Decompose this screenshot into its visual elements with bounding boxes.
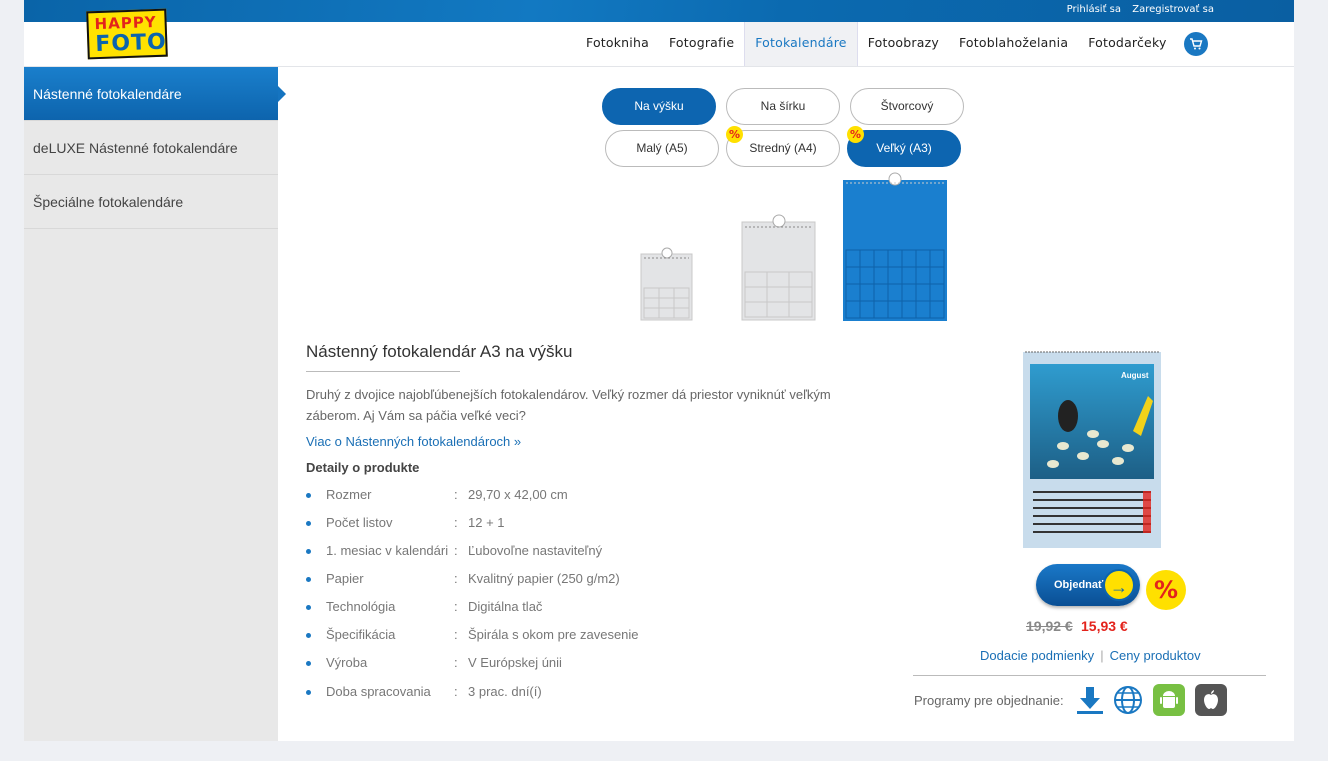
login-link[interactable]: Prihlásiť sa <box>1067 4 1121 15</box>
calendar-month-label: August <box>1121 371 1149 380</box>
happy-foto-logo[interactable]: HAPPY FOTO <box>86 8 168 60</box>
spec-value: 12 + 1 <box>468 515 505 530</box>
orientation-square-button[interactable]: Štvorcový <box>850 88 964 125</box>
bullet-icon <box>306 549 311 554</box>
spec-colon: : <box>454 655 458 670</box>
spec-colon: : <box>454 487 458 502</box>
spec-key: Výroba <box>326 655 368 670</box>
discount-badge: % <box>726 126 743 143</box>
spec-key: Papier <box>326 571 364 586</box>
spec-key: Počet listov <box>326 515 393 530</box>
spec-colon: : <box>454 627 458 642</box>
delivery-terms-link[interactable]: Dodacie podmienky <box>980 648 1094 663</box>
sidebar: Nástenné fotokalendáre deLUXE Nástenné f… <box>24 67 286 741</box>
apple-icon[interactable] <box>1195 684 1227 716</box>
order-button[interactable]: Objednať → <box>1036 564 1140 606</box>
nav-fotoobrazy[interactable]: Fotoobrazy <box>858 22 949 67</box>
spec-value: 29,70 x 42,00 cm <box>468 487 568 502</box>
product-title: Nástenný fotokalendár A3 na výšku <box>306 342 573 361</box>
logo-line2: FOTO <box>94 29 168 58</box>
discount-badge-large: % <box>1146 570 1186 610</box>
cart-icon[interactable] <box>1184 32 1208 56</box>
spec-value: Kvalitný papier (250 g/m2) <box>468 571 620 586</box>
spec-value: Špirála s okom pre zavesenie <box>468 627 639 642</box>
spec-key: Rozmer <box>326 487 372 502</box>
spec-colon: : <box>454 515 458 530</box>
globe-icon[interactable] <box>1112 684 1144 716</box>
bullet-icon <box>306 605 311 610</box>
spec-colon: : <box>454 571 458 586</box>
bullet-icon <box>306 521 311 526</box>
details-heading: Detaily o produkte <box>306 460 420 475</box>
order-button-label: Objednať <box>1054 579 1104 591</box>
title-underline <box>306 371 460 372</box>
calendar-a5-image[interactable] <box>640 246 694 322</box>
spec-value: Digitálna tlač <box>468 599 543 614</box>
bullet-icon <box>306 690 311 695</box>
orientation-portrait-button[interactable]: Na výšku <box>602 88 716 125</box>
nav-fotodarceky[interactable]: Fotodarčeky <box>1078 22 1176 67</box>
product-description: Druhý z dvojice najobľúbenejších fotokal… <box>306 387 831 423</box>
nav-fotokalendare[interactable]: Fotokalendáre <box>744 22 858 67</box>
download-icon[interactable] <box>1074 684 1106 716</box>
product-links: Dodacie podmienky | Ceny produktov <box>980 648 1201 663</box>
register-link[interactable]: Zaregistrovať sa <box>1132 4 1214 15</box>
nav-fotokniha[interactable]: Fotokniha <box>576 22 659 67</box>
link-separator: | <box>1100 648 1104 663</box>
spec-colon: : <box>454 684 458 699</box>
calendar-a4-image[interactable] <box>741 214 817 322</box>
spec-colon: : <box>454 599 458 614</box>
main-nav: Fotokniha Fotografie Fotokalendáre Fotoo… <box>576 22 1177 67</box>
nav-fotografie[interactable]: Fotografie <box>659 22 744 67</box>
orientation-landscape-button[interactable]: Na šírku <box>726 88 840 125</box>
android-icon[interactable] <box>1153 684 1185 716</box>
spec-colon: : <box>454 543 458 558</box>
old-price: 19,92 € <box>1026 618 1073 634</box>
spec-value: V Európskej únii <box>468 655 562 670</box>
size-a3-button[interactable]: Veľký (A3) <box>847 130 961 167</box>
arrow-right-icon: → <box>1103 569 1135 601</box>
bullet-icon <box>306 661 311 666</box>
account-links: Prihlásiť sa Zaregistrovať sa <box>1059 4 1214 15</box>
sidebar-item-nastenne[interactable]: Nástenné fotokalendáre <box>24 67 286 121</box>
size-a5-button[interactable]: Malý (A5) <box>605 130 719 167</box>
sidebar-item-specialne[interactable]: Špeciálne fotokalendáre <box>24 175 278 229</box>
more-info-link[interactable]: Viac o Nástenných fotokalendároch » <box>306 434 521 449</box>
programs-label: Programy pre objednanie: <box>914 693 1064 708</box>
new-price: 15,93 € <box>1081 618 1128 634</box>
page: Prihlásiť sa Zaregistrovať sa HAPPY FOTO… <box>24 0 1294 741</box>
top-bar: Prihlásiť sa Zaregistrovať sa <box>24 0 1294 22</box>
calendar-a3-image[interactable] <box>842 172 948 322</box>
spec-value: Ľubovoľne nastaviteľný <box>468 543 603 558</box>
spec-key: Špecifikácia <box>326 627 396 642</box>
divider <box>913 675 1266 676</box>
discount-badge: % <box>847 126 864 143</box>
bullet-icon <box>306 633 311 638</box>
sidebar-item-deluxe[interactable]: deLUXE Nástenné fotokalendáre <box>24 121 278 175</box>
product-prices-link[interactable]: Ceny produktov <box>1110 648 1201 663</box>
bullet-icon <box>306 493 311 498</box>
bullet-icon <box>306 577 311 582</box>
spec-key: Doba spracovania <box>326 684 431 699</box>
size-a4-button[interactable]: Stredný (A4) <box>726 130 840 167</box>
spec-value: 3 prac. dní(í) <box>468 684 542 699</box>
spec-key: 1. mesiac v kalendári <box>326 543 449 558</box>
spec-key: Technológia <box>326 599 396 614</box>
nav-fotoblahozelania[interactable]: Fotoblahoželania <box>949 22 1078 67</box>
